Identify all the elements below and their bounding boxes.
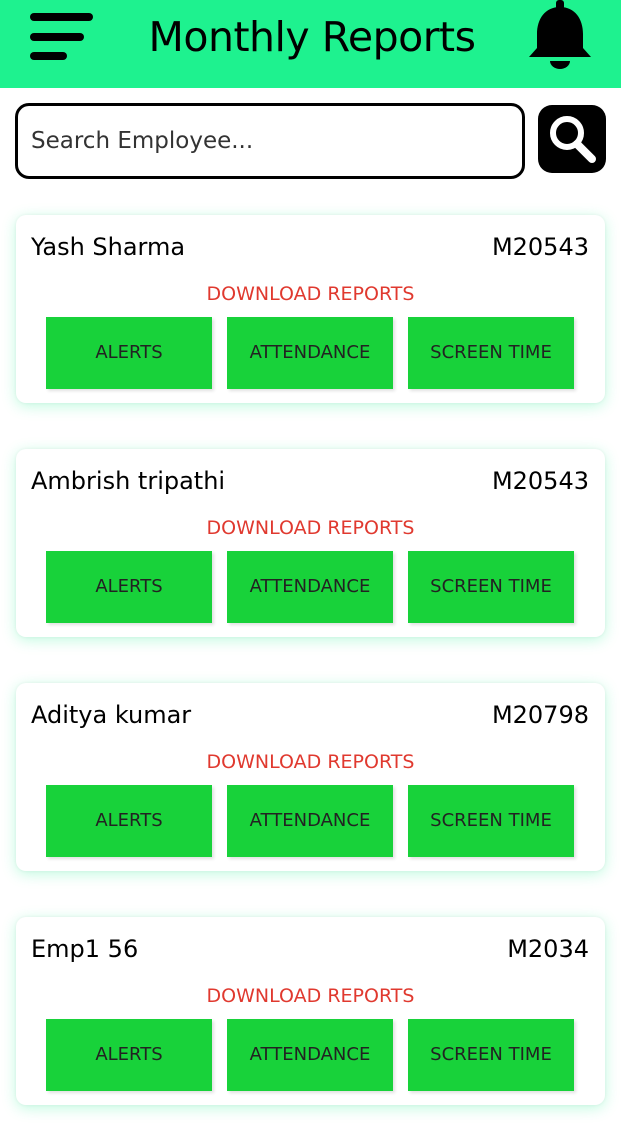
download-reports-link[interactable]: DOWNLOAD REPORTS [16,517,605,539]
attendance-button[interactable]: ATTENDANCE [227,1019,393,1091]
screen-time-button[interactable]: SCREEN TIME [408,551,574,623]
screen-time-button[interactable]: SCREEN TIME [408,1019,574,1091]
download-reports-link[interactable]: DOWNLOAD REPORTS [16,985,605,1007]
employee-card: Aditya kumar M20798 DOWNLOAD REPORTS ALE… [16,683,605,871]
employee-name: Ambrish tripathi [31,467,226,495]
employee-id: M20543 [491,467,589,495]
app-header: Monthly Reports [0,0,621,88]
download-reports-link[interactable]: DOWNLOAD REPORTS [16,283,605,305]
alerts-button[interactable]: ALERTS [46,785,212,857]
attendance-button[interactable]: ATTENDANCE [227,551,393,623]
notification-bell-icon[interactable] [525,0,595,72]
employee-card: Yash Sharma M20543 DOWNLOAD REPORTS ALER… [16,215,605,403]
alerts-button[interactable]: ALERTS [46,317,212,389]
search-field[interactable] [15,103,525,179]
employee-card: Emp1 56 M2034 DOWNLOAD REPORTS ALERTS AT… [16,917,605,1105]
attendance-button[interactable]: ATTENDANCE [227,317,393,389]
employee-name: Aditya kumar [31,701,192,729]
search-input[interactable] [31,106,501,176]
download-reports-link[interactable]: DOWNLOAD REPORTS [16,751,605,773]
hamburger-menu-icon[interactable] [30,13,94,60]
employee-id: M2034 [507,935,589,963]
screen-time-button[interactable]: SCREEN TIME [408,317,574,389]
alerts-button[interactable]: ALERTS [46,1019,212,1091]
employee-id: M20798 [491,701,589,729]
employee-name: Yash Sharma [31,233,186,261]
attendance-button[interactable]: ATTENDANCE [227,785,393,857]
search-icon [550,116,596,163]
employee-name: Emp1 56 [31,935,139,963]
alerts-button[interactable]: ALERTS [46,551,212,623]
page-title: Monthly Reports [148,13,476,61]
employee-id: M20543 [491,233,589,261]
employee-card: Ambrish tripathi M20543 DOWNLOAD REPORTS… [16,449,605,637]
search-button[interactable] [538,105,606,173]
screen-time-button[interactable]: SCREEN TIME [408,785,574,857]
